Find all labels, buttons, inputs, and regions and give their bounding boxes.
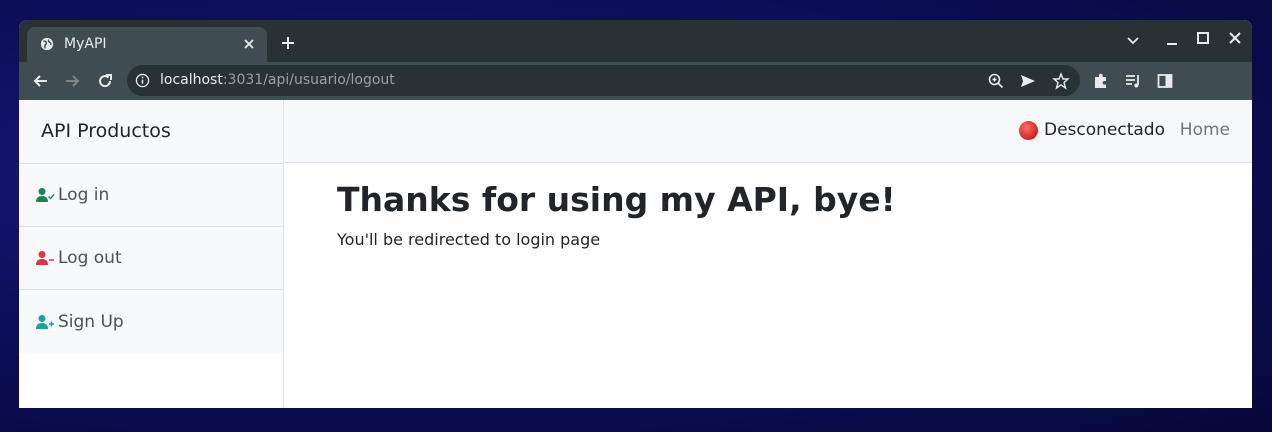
info-icon[interactable] — [135, 73, 150, 88]
close-tab-icon[interactable] — [241, 36, 257, 52]
zoom-icon[interactable] — [987, 72, 1005, 90]
globe-icon — [40, 37, 54, 51]
redirect-message: You'll be redirected to login page — [337, 229, 601, 249]
bookmark-star-icon[interactable] — [1052, 72, 1070, 90]
browser-tab[interactable]: MyAPI — [27, 27, 267, 62]
home-link[interactable]: Home — [1180, 120, 1230, 140]
extensions-puzzle-icon[interactable] — [1092, 72, 1110, 90]
address-bar[interactable]: localhost:3031/api/usuario/logout — [127, 65, 1080, 96]
sidebar-item-label: Log out — [58, 248, 122, 268]
minimize-icon[interactable] — [1164, 32, 1180, 48]
main-content: Thanks for using my API, bye! You'll be … — [337, 180, 896, 249]
reload-icon[interactable] — [95, 71, 115, 91]
browser-toolbar: localhost:3031/api/usuario/logout — [19, 62, 1252, 100]
sidebar-brand: API Productos — [19, 100, 283, 164]
status-text: Desconectado — [1043, 120, 1165, 140]
maximize-icon[interactable] — [1195, 30, 1211, 46]
url-text: localhost:3031/api/usuario/logout — [160, 72, 395, 88]
url-host: localhost — [160, 72, 223, 88]
page-title: Thanks for using my API, bye! — [337, 180, 896, 219]
top-navbar: Desconectado Home — [284, 100, 1252, 163]
new-tab-icon[interactable] — [279, 34, 297, 52]
sidebar-item-label: Log in — [58, 185, 110, 205]
user-minus-icon — [36, 251, 54, 265]
side-panel-icon[interactable] — [1156, 72, 1174, 90]
sidebar-item-signup[interactable]: Sign Up — [19, 290, 283, 353]
web-page: API Productos Log in Log out Sign Up Des… — [19, 100, 1252, 408]
browser-window: MyAPI localhost:3031/api/usuario/logout … — [19, 20, 1252, 408]
forward-arrow-icon[interactable] — [62, 71, 82, 91]
user-plus-icon — [36, 314, 54, 329]
send-icon[interactable] — [1019, 72, 1037, 90]
sidebar: API Productos Log in Log out Sign Up — [19, 100, 284, 408]
url-path: :3031/api/usuario/logout — [222, 72, 395, 88]
status-dot-icon — [1018, 120, 1038, 140]
tab-title: MyAPI — [64, 36, 107, 52]
chevron-down-icon[interactable] — [1125, 32, 1141, 48]
tab-strip: MyAPI — [19, 20, 1252, 62]
sidebar-item-login[interactable]: Log in — [19, 164, 283, 227]
back-arrow-icon[interactable] — [31, 71, 51, 91]
sidebar-item-label: Sign Up — [58, 311, 124, 332]
sidebar-item-logout[interactable]: Log out — [19, 227, 283, 290]
user-check-icon — [36, 188, 55, 202]
connection-status: Desconectado — [1018, 120, 1165, 140]
media-queue-icon[interactable] — [1124, 72, 1142, 90]
close-window-icon[interactable] — [1227, 30, 1243, 46]
